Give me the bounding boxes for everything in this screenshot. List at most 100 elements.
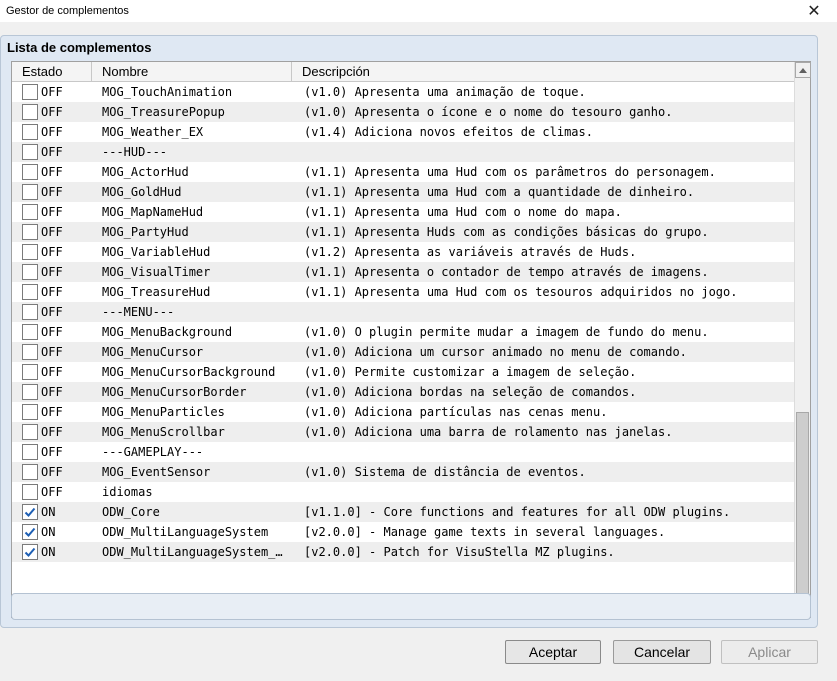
enable-checkbox[interactable] xyxy=(22,124,38,140)
plugin-list[interactable]: Estado Nombre Descripción OFF MOG_TouchAn… xyxy=(11,61,811,618)
plugin-description: (v1.0) Adiciona um cursor animado no men… xyxy=(304,345,687,359)
enable-checkbox[interactable] xyxy=(22,224,38,240)
checkmark-icon xyxy=(24,507,36,517)
table-row[interactable]: OFF ---HUD--- xyxy=(12,142,795,162)
estado-cell: ON xyxy=(12,504,92,520)
state-label: OFF xyxy=(41,105,63,119)
table-row[interactable]: OFF MOG_MenuBackground (v1.0) O plugin per… xyxy=(12,322,795,342)
table-row[interactable]: OFF MOG_Weather_EX (v1.4) Adiciona novos e… xyxy=(12,122,795,142)
enable-checkbox[interactable] xyxy=(22,304,38,320)
plugin-name: ---GAMEPLAY--- xyxy=(102,445,204,459)
state-label: OFF xyxy=(41,165,63,179)
plugin-description: [v1.1.0] - Core functions and features f… xyxy=(304,505,731,519)
enable-checkbox[interactable] xyxy=(22,544,38,560)
table-row[interactable]: OFF ---GAMEPLAY--- xyxy=(12,442,795,462)
table-row[interactable]: ON ODW_Core [v1.1.0] - Core functions and … xyxy=(12,502,795,522)
aplicar-button[interactable]: Aplicar xyxy=(721,640,818,664)
estado-cell: OFF xyxy=(12,464,92,480)
enable-checkbox[interactable] xyxy=(22,204,38,220)
enable-checkbox[interactable] xyxy=(22,324,38,340)
cancelar-button[interactable]: Cancelar xyxy=(613,640,711,664)
table-row[interactable]: OFF MOG_GoldHud (v1.1) Apresenta uma Hud c… xyxy=(12,182,795,202)
plugin-name: MOG_MenuParticles xyxy=(102,405,225,419)
state-label: ON xyxy=(41,525,56,539)
estado-cell: OFF xyxy=(12,484,92,500)
enable-checkbox[interactable] xyxy=(22,284,38,300)
table-row[interactable]: OFF idiomas xyxy=(12,482,795,502)
estado-cell: OFF xyxy=(12,324,92,340)
enable-checkbox[interactable] xyxy=(22,104,38,120)
estado-cell: OFF xyxy=(12,244,92,260)
estado-cell: OFF xyxy=(12,204,92,220)
list-header: Estado Nombre Descripción xyxy=(12,62,795,82)
plugin-description: (v1.1) Apresenta uma Hud com os tesouros… xyxy=(304,285,738,299)
enable-checkbox[interactable] xyxy=(22,164,38,180)
close-icon[interactable]: ✕ xyxy=(805,2,823,20)
estado-cell: OFF xyxy=(12,104,92,120)
table-row[interactable]: OFF MOG_MenuCursorBorder (v1.0) Adiciona b… xyxy=(12,382,795,402)
table-row[interactable]: OFF MOG_MenuCursorBackground (v1.0) Permit… xyxy=(12,362,795,382)
plugin-name: ODW_MultiLanguageSystem xyxy=(102,525,269,539)
enable-checkbox[interactable] xyxy=(22,184,38,200)
plugin-description: (v1.0) Permite customizar a imagem de se… xyxy=(304,365,637,379)
enable-checkbox[interactable] xyxy=(22,364,38,380)
enable-checkbox[interactable] xyxy=(22,464,38,480)
enable-checkbox[interactable] xyxy=(22,404,38,420)
checkmark-icon xyxy=(24,547,36,557)
enable-checkbox[interactable] xyxy=(22,484,38,500)
table-row[interactable]: OFF MOG_ActorHud (v1.1) Apresenta uma Hud … xyxy=(12,162,795,182)
state-label: OFF xyxy=(41,225,63,239)
enable-checkbox[interactable] xyxy=(22,244,38,260)
plugin-name: MOG_TreasureHud xyxy=(102,285,211,299)
enable-checkbox[interactable] xyxy=(22,144,38,160)
plugin-name: MOG_VariableHud xyxy=(102,245,211,259)
table-row[interactable]: OFF MOG_EventSensor (v1.0) Sistema de dist… xyxy=(12,462,795,482)
enable-checkbox[interactable] xyxy=(22,344,38,360)
estado-cell: OFF xyxy=(12,84,92,100)
table-row[interactable]: OFF MOG_TreasurePopup (v1.0) Apresenta o í… xyxy=(12,102,795,122)
table-row[interactable]: OFF MOG_TouchAnimation (v1.0) Apresenta um… xyxy=(12,82,795,102)
vertical-scrollbar[interactable] xyxy=(794,62,811,617)
plugin-name: idiomas xyxy=(102,485,153,499)
table-row[interactable]: OFF MOG_TreasureHud (v1.1) Apresenta uma H… xyxy=(12,282,795,302)
checkmark-icon xyxy=(24,527,36,537)
column-header-nombre[interactable]: Nombre xyxy=(92,62,292,82)
estado-cell: OFF xyxy=(12,424,92,440)
table-row[interactable]: OFF MOG_VisualTimer (v1.1) Apresenta o con… xyxy=(12,262,795,282)
estado-cell: OFF xyxy=(12,264,92,280)
plugin-description: (v1.1) Apresenta Huds com as condições b… xyxy=(304,225,709,239)
scroll-up-arrow-icon[interactable] xyxy=(795,62,811,78)
aceptar-button[interactable]: Aceptar xyxy=(505,640,601,664)
table-row[interactable]: OFF MOG_MenuCursor (v1.0) Adiciona um curs… xyxy=(12,342,795,362)
plugin-description: (v1.0) Adiciona uma barra de rolamento n… xyxy=(304,425,673,439)
enable-checkbox[interactable] xyxy=(22,504,38,520)
plugin-name: MOG_MenuBackground xyxy=(102,325,233,339)
plugin-name: MOG_PartyHud xyxy=(102,225,189,239)
table-row[interactable]: OFF MOG_VariableHud (v1.2) Apresenta as va… xyxy=(12,242,795,262)
state-label: OFF xyxy=(41,485,63,499)
estado-cell: ON xyxy=(12,544,92,560)
enable-checkbox[interactable] xyxy=(22,524,38,540)
enable-checkbox[interactable] xyxy=(22,84,38,100)
enable-checkbox[interactable] xyxy=(22,424,38,440)
table-row[interactable]: OFF MOG_PartyHud (v1.1) Apresenta Huds com… xyxy=(12,222,795,242)
enable-checkbox[interactable] xyxy=(22,264,38,280)
window-title: Gestor de complementos xyxy=(6,5,129,17)
enable-checkbox[interactable] xyxy=(22,444,38,460)
estado-cell: OFF xyxy=(12,124,92,140)
plugin-list-panel: Lista de complementos Estado Nombre Desc… xyxy=(0,35,818,628)
state-label: OFF xyxy=(41,205,63,219)
column-header-descripcion[interactable]: Descripción xyxy=(292,62,795,82)
scrollbar-thumb[interactable] xyxy=(796,412,809,598)
state-label: OFF xyxy=(41,185,63,199)
table-row[interactable]: OFF MOG_MenuScrollbar (v1.0) Adiciona uma … xyxy=(12,422,795,442)
table-row[interactable]: OFF MOG_MenuParticles (v1.0) Adiciona part… xyxy=(12,402,795,422)
plugin-name: MOG_MapNameHud xyxy=(102,205,204,219)
table-row[interactable]: ON ODW_MultiLanguageSystem_… [v2.0.0] - Pa… xyxy=(12,542,795,562)
column-header-estado[interactable]: Estado xyxy=(12,62,92,82)
table-row[interactable]: OFF ---MENU--- xyxy=(12,302,795,322)
state-label: OFF xyxy=(41,465,63,479)
enable-checkbox[interactable] xyxy=(22,384,38,400)
table-row[interactable]: OFF MOG_MapNameHud (v1.1) Apresenta uma Hu… xyxy=(12,202,795,222)
table-row[interactable]: ON ODW_MultiLanguageSystem [v2.0.0] - Mana… xyxy=(12,522,795,542)
